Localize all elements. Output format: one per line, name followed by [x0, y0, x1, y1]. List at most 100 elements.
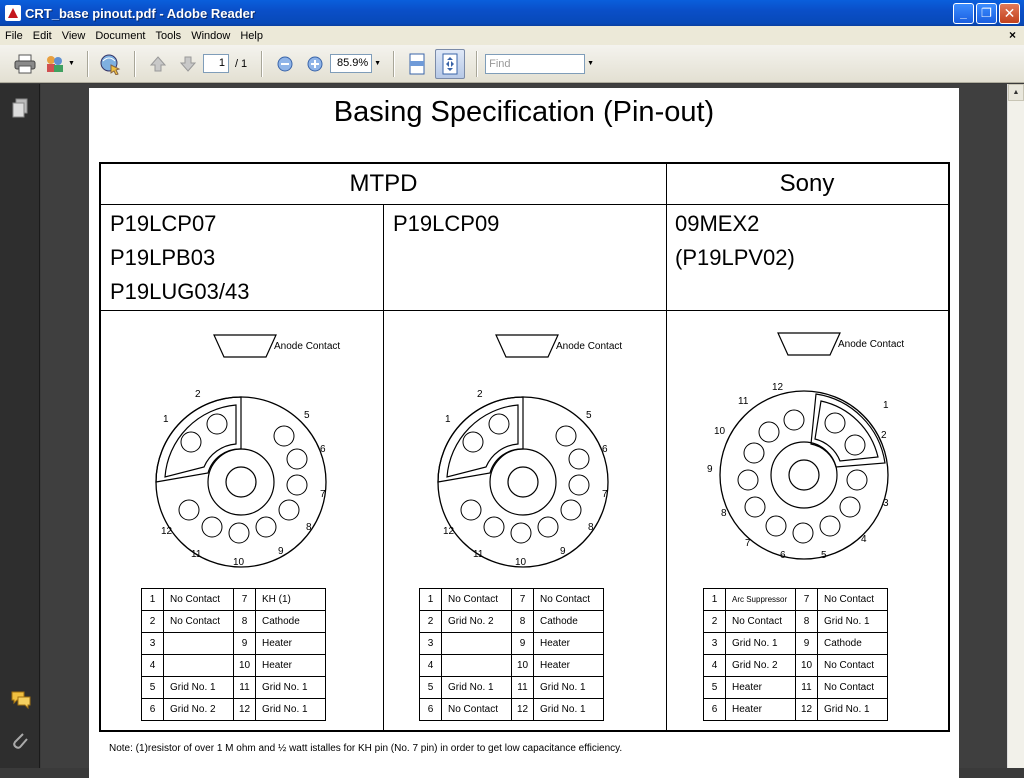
pin-number: 7: [511, 588, 534, 611]
model-name: P19LCP07: [110, 211, 217, 236]
pin-number: 2: [703, 610, 726, 633]
table-row: 4 10 Heater: [141, 654, 326, 677]
pin-number: 12: [233, 698, 256, 721]
pin-function: Grid No. 1: [255, 676, 326, 699]
model-name: 09MEX2: [675, 211, 760, 236]
pin-function: Grid No. 2: [725, 654, 796, 677]
pin-number: 10: [511, 654, 534, 677]
anode-contact-icon: [777, 332, 841, 356]
menu-view[interactable]: View: [57, 30, 91, 42]
pin-number: 3: [419, 632, 442, 655]
menu-document[interactable]: Document: [90, 30, 150, 42]
table-row: 6 Grid No. 2 12 Grid No. 1: [141, 698, 326, 721]
pin-function: Heater: [533, 632, 604, 655]
pin-label: 2: [477, 389, 483, 400]
pages-icon[interactable]: [10, 98, 30, 118]
pin-function: Grid No. 1: [533, 698, 604, 721]
pin-label: 1: [163, 414, 169, 425]
pin-label: 9: [560, 546, 566, 557]
pin-number: 8: [795, 610, 818, 633]
header-mtpd: MTPD: [349, 170, 418, 197]
pin-function: No Contact: [725, 610, 796, 633]
zoom-level-input[interactable]: 85.9%: [330, 54, 373, 73]
pin-table-2: 1 No Contact 7 No Contact 2 Grid No. 2 8 Catho…: [419, 588, 604, 721]
next-page-icon[interactable]: [176, 52, 200, 76]
table-row: 6 No Contact 12 Grid No. 1: [419, 698, 604, 721]
email-icon[interactable]: [99, 52, 123, 76]
pin-number: 11: [795, 676, 818, 699]
anode-contact-label: Anode Contact: [556, 341, 623, 352]
pin-label: 2: [881, 430, 887, 441]
pin-number: 9: [511, 632, 534, 655]
pin-label: 11: [191, 549, 202, 560]
menu-edit[interactable]: Edit: [28, 30, 57, 42]
model-name: P19LPB03: [110, 245, 216, 270]
page-total: / 1: [234, 57, 248, 70]
pin-number: 10: [233, 654, 256, 677]
pin-function: [163, 654, 234, 677]
table-row: 2 No Contact 8 Cathode: [141, 610, 326, 633]
menu-help[interactable]: Help: [235, 30, 268, 42]
pin-function: Cathode: [255, 610, 326, 633]
menu-tools[interactable]: Tools: [151, 30, 187, 42]
pin-number: 8: [511, 610, 534, 633]
footnote: Note: (1)resistor of over 1 M ohm and ½ …: [109, 743, 623, 754]
print-icon[interactable]: [13, 52, 37, 76]
pin-table-3: 1 Arc Suppressor 7 No Contact 2 No Contact 8 G…: [703, 588, 888, 721]
find-input[interactable]: Find: [485, 53, 586, 74]
find-dropdown-icon[interactable]: ▼: [587, 60, 594, 67]
collaborate-icon[interactable]: [43, 52, 67, 76]
anode-contact-icon: [213, 334, 277, 358]
zoom-out-icon[interactable]: [273, 52, 297, 76]
model-name: P19LCP09: [393, 211, 500, 236]
pin-number: 6: [141, 698, 164, 721]
document-close-button[interactable]: ×: [1009, 28, 1016, 42]
toolbar-divider: [86, 50, 88, 77]
maximize-button[interactable]: ❐: [976, 2, 997, 24]
minimize-button[interactable]: _: [953, 2, 974, 24]
pin-function: Heater: [255, 632, 326, 655]
pin-number: 5: [703, 676, 726, 699]
comments-icon[interactable]: [10, 690, 31, 710]
prev-page-icon[interactable]: [146, 52, 170, 76]
scroll-up-icon[interactable]: ▲: [1008, 84, 1024, 101]
pin-number: 3: [703, 632, 726, 655]
menu-window[interactable]: Window: [186, 30, 235, 42]
pin-number: 7: [795, 588, 818, 611]
pin-function: KH (1): [255, 588, 326, 611]
pin-function: Grid No. 1: [255, 698, 326, 721]
pin-function: No Contact: [817, 588, 888, 611]
pin-label: 5: [586, 410, 592, 421]
anode-contact-icon: [495, 334, 559, 358]
toolbar-divider: [393, 50, 395, 77]
model-name: (P19LPV02): [675, 245, 795, 270]
pin-number: 1: [141, 588, 164, 611]
close-button[interactable]: ✕: [999, 2, 1020, 24]
pin-number: 2: [419, 610, 442, 633]
pin-function: Grid No. 1: [533, 676, 604, 699]
pin-function: Heater: [533, 654, 604, 677]
model-name: P19LUG03/43: [110, 279, 250, 304]
attachments-icon[interactable]: [10, 730, 30, 750]
pin-function: Grid No. 2: [163, 698, 234, 721]
pin-label: 9: [707, 464, 713, 475]
pin-label: 11: [738, 396, 749, 407]
page-number-input[interactable]: 1: [202, 54, 229, 73]
collaborate-dropdown-icon[interactable]: ▼: [68, 60, 75, 67]
pin-function: Heater: [725, 698, 796, 721]
zoom-in-icon[interactable]: [303, 52, 327, 76]
table-row: 5 Grid No. 1 11 Grid No. 1: [419, 676, 604, 699]
fit-page-icon[interactable]: [435, 48, 466, 79]
pin-label: 7: [320, 489, 326, 500]
pin-number: 1: [703, 588, 726, 611]
pin-number: 6: [419, 698, 442, 721]
pin-label: 10: [515, 557, 527, 568]
window-title: CRT_base pinout.pdf - Adobe Reader: [25, 5, 255, 21]
vertical-scrollbar[interactable]: ▲: [1007, 84, 1024, 768]
zoom-dropdown-icon[interactable]: ▼: [374, 60, 381, 67]
pin-function: [163, 632, 234, 655]
pin-number: 10: [795, 654, 818, 677]
pin-label: 4: [861, 534, 867, 545]
fit-width-icon[interactable]: [405, 52, 429, 76]
menu-file[interactable]: File: [0, 30, 28, 42]
